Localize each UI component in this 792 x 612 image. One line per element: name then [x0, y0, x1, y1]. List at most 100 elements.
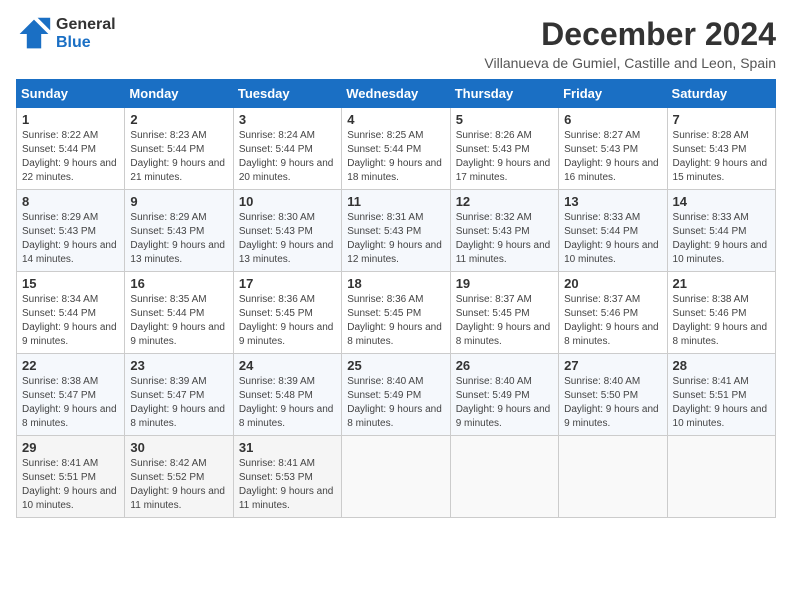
calendar-cell: 23 Sunrise: 8:39 AMSunset: 5:47 PMDaylig… [125, 354, 233, 436]
day-number: 18 [347, 276, 444, 291]
location-subtitle: Villanueva de Gumiel, Castille and Leon,… [484, 55, 776, 71]
calendar-cell: 3 Sunrise: 8:24 AMSunset: 5:44 PMDayligh… [233, 108, 341, 190]
calendar-cell [342, 436, 450, 518]
day-info: Sunrise: 8:34 AMSunset: 5:44 PMDaylight:… [22, 294, 117, 347]
day-number: 20 [564, 276, 661, 291]
calendar-cell: 5 Sunrise: 8:26 AMSunset: 5:43 PMDayligh… [450, 108, 558, 190]
day-number: 3 [239, 112, 336, 127]
day-info: Sunrise: 8:38 AMSunset: 5:47 PMDaylight:… [22, 376, 117, 429]
header-day-thursday: Thursday [450, 80, 558, 108]
calendar-cell: 19 Sunrise: 8:37 AMSunset: 5:45 PMDaylig… [450, 272, 558, 354]
calendar-cell: 31 Sunrise: 8:41 AMSunset: 5:53 PMDaylig… [233, 436, 341, 518]
calendar-cell [559, 436, 667, 518]
calendar-cell: 13 Sunrise: 8:33 AMSunset: 5:44 PMDaylig… [559, 190, 667, 272]
day-info: Sunrise: 8:35 AMSunset: 5:44 PMDaylight:… [130, 294, 225, 347]
calendar-cell: 28 Sunrise: 8:41 AMSunset: 5:51 PMDaylig… [667, 354, 775, 436]
calendar-cell: 14 Sunrise: 8:33 AMSunset: 5:44 PMDaylig… [667, 190, 775, 272]
day-info: Sunrise: 8:32 AMSunset: 5:43 PMDaylight:… [456, 212, 551, 265]
calendar-cell: 26 Sunrise: 8:40 AMSunset: 5:49 PMDaylig… [450, 354, 558, 436]
calendar-cell: 4 Sunrise: 8:25 AMSunset: 5:44 PMDayligh… [342, 108, 450, 190]
day-info: Sunrise: 8:37 AMSunset: 5:45 PMDaylight:… [456, 294, 551, 347]
calendar-cell: 29 Sunrise: 8:41 AMSunset: 5:51 PMDaylig… [17, 436, 125, 518]
day-number: 12 [456, 194, 553, 209]
day-info: Sunrise: 8:36 AMSunset: 5:45 PMDaylight:… [347, 294, 442, 347]
day-number: 28 [673, 358, 770, 373]
day-number: 9 [130, 194, 227, 209]
day-number: 7 [673, 112, 770, 127]
calendar-cell: 2 Sunrise: 8:23 AMSunset: 5:44 PMDayligh… [125, 108, 233, 190]
logo: General Blue [16, 16, 116, 52]
calendar-cell: 15 Sunrise: 8:34 AMSunset: 5:44 PMDaylig… [17, 272, 125, 354]
calendar-cell: 22 Sunrise: 8:38 AMSunset: 5:47 PMDaylig… [17, 354, 125, 436]
header-day-friday: Friday [559, 80, 667, 108]
month-title: December 2024 [484, 16, 776, 53]
calendar-cell: 7 Sunrise: 8:28 AMSunset: 5:43 PMDayligh… [667, 108, 775, 190]
calendar-week-row: 29 Sunrise: 8:41 AMSunset: 5:51 PMDaylig… [17, 436, 776, 518]
header-day-monday: Monday [125, 80, 233, 108]
day-number: 26 [456, 358, 553, 373]
day-info: Sunrise: 8:41 AMSunset: 5:51 PMDaylight:… [22, 458, 117, 511]
day-number: 16 [130, 276, 227, 291]
day-number: 13 [564, 194, 661, 209]
calendar-cell: 30 Sunrise: 8:42 AMSunset: 5:52 PMDaylig… [125, 436, 233, 518]
day-info: Sunrise: 8:23 AMSunset: 5:44 PMDaylight:… [130, 130, 225, 183]
day-info: Sunrise: 8:40 AMSunset: 5:50 PMDaylight:… [564, 376, 659, 429]
day-info: Sunrise: 8:30 AMSunset: 5:43 PMDaylight:… [239, 212, 334, 265]
day-info: Sunrise: 8:38 AMSunset: 5:46 PMDaylight:… [673, 294, 768, 347]
calendar-cell: 1 Sunrise: 8:22 AMSunset: 5:44 PMDayligh… [17, 108, 125, 190]
day-number: 5 [456, 112, 553, 127]
header-day-saturday: Saturday [667, 80, 775, 108]
calendar-week-row: 1 Sunrise: 8:22 AMSunset: 5:44 PMDayligh… [17, 108, 776, 190]
calendar-cell: 18 Sunrise: 8:36 AMSunset: 5:45 PMDaylig… [342, 272, 450, 354]
page-header: General Blue December 2024 Villanueva de… [16, 16, 776, 71]
day-info: Sunrise: 8:40 AMSunset: 5:49 PMDaylight:… [347, 376, 442, 429]
calendar-cell: 8 Sunrise: 8:29 AMSunset: 5:43 PMDayligh… [17, 190, 125, 272]
header-day-tuesday: Tuesday [233, 80, 341, 108]
calendar-week-row: 22 Sunrise: 8:38 AMSunset: 5:47 PMDaylig… [17, 354, 776, 436]
logo-icon [16, 16, 52, 52]
day-info: Sunrise: 8:42 AMSunset: 5:52 PMDaylight:… [130, 458, 225, 511]
title-section: December 2024 Villanueva de Gumiel, Cast… [484, 16, 776, 71]
day-info: Sunrise: 8:39 AMSunset: 5:48 PMDaylight:… [239, 376, 334, 429]
calendar-cell: 6 Sunrise: 8:27 AMSunset: 5:43 PMDayligh… [559, 108, 667, 190]
calendar-cell [450, 436, 558, 518]
day-info: Sunrise: 8:28 AMSunset: 5:43 PMDaylight:… [673, 130, 768, 183]
day-info: Sunrise: 8:31 AMSunset: 5:43 PMDaylight:… [347, 212, 442, 265]
day-info: Sunrise: 8:37 AMSunset: 5:46 PMDaylight:… [564, 294, 659, 347]
day-number: 21 [673, 276, 770, 291]
calendar-week-row: 15 Sunrise: 8:34 AMSunset: 5:44 PMDaylig… [17, 272, 776, 354]
header-day-wednesday: Wednesday [342, 80, 450, 108]
day-info: Sunrise: 8:39 AMSunset: 5:47 PMDaylight:… [130, 376, 225, 429]
day-info: Sunrise: 8:41 AMSunset: 5:51 PMDaylight:… [673, 376, 768, 429]
day-info: Sunrise: 8:33 AMSunset: 5:44 PMDaylight:… [564, 212, 659, 265]
day-number: 10 [239, 194, 336, 209]
day-number: 30 [130, 440, 227, 455]
day-number: 25 [347, 358, 444, 373]
day-info: Sunrise: 8:22 AMSunset: 5:44 PMDaylight:… [22, 130, 117, 183]
day-info: Sunrise: 8:36 AMSunset: 5:45 PMDaylight:… [239, 294, 334, 347]
calendar-header-row: SundayMondayTuesdayWednesdayThursdayFrid… [17, 80, 776, 108]
header-day-sunday: Sunday [17, 80, 125, 108]
calendar-cell: 21 Sunrise: 8:38 AMSunset: 5:46 PMDaylig… [667, 272, 775, 354]
calendar-cell: 20 Sunrise: 8:37 AMSunset: 5:46 PMDaylig… [559, 272, 667, 354]
day-number: 31 [239, 440, 336, 455]
calendar-cell: 11 Sunrise: 8:31 AMSunset: 5:43 PMDaylig… [342, 190, 450, 272]
day-info: Sunrise: 8:26 AMSunset: 5:43 PMDaylight:… [456, 130, 551, 183]
day-info: Sunrise: 8:29 AMSunset: 5:43 PMDaylight:… [130, 212, 225, 265]
day-number: 15 [22, 276, 119, 291]
day-number: 19 [456, 276, 553, 291]
day-number: 1 [22, 112, 119, 127]
calendar-cell: 12 Sunrise: 8:32 AMSunset: 5:43 PMDaylig… [450, 190, 558, 272]
calendar-cell: 16 Sunrise: 8:35 AMSunset: 5:44 PMDaylig… [125, 272, 233, 354]
day-number: 29 [22, 440, 119, 455]
calendar-cell: 9 Sunrise: 8:29 AMSunset: 5:43 PMDayligh… [125, 190, 233, 272]
day-info: Sunrise: 8:24 AMSunset: 5:44 PMDaylight:… [239, 130, 334, 183]
logo-text: General Blue [56, 16, 116, 52]
calendar-week-row: 8 Sunrise: 8:29 AMSunset: 5:43 PMDayligh… [17, 190, 776, 272]
calendar-cell [667, 436, 775, 518]
day-number: 14 [673, 194, 770, 209]
day-info: Sunrise: 8:27 AMSunset: 5:43 PMDaylight:… [564, 130, 659, 183]
day-number: 2 [130, 112, 227, 127]
day-info: Sunrise: 8:29 AMSunset: 5:43 PMDaylight:… [22, 212, 117, 265]
day-number: 17 [239, 276, 336, 291]
